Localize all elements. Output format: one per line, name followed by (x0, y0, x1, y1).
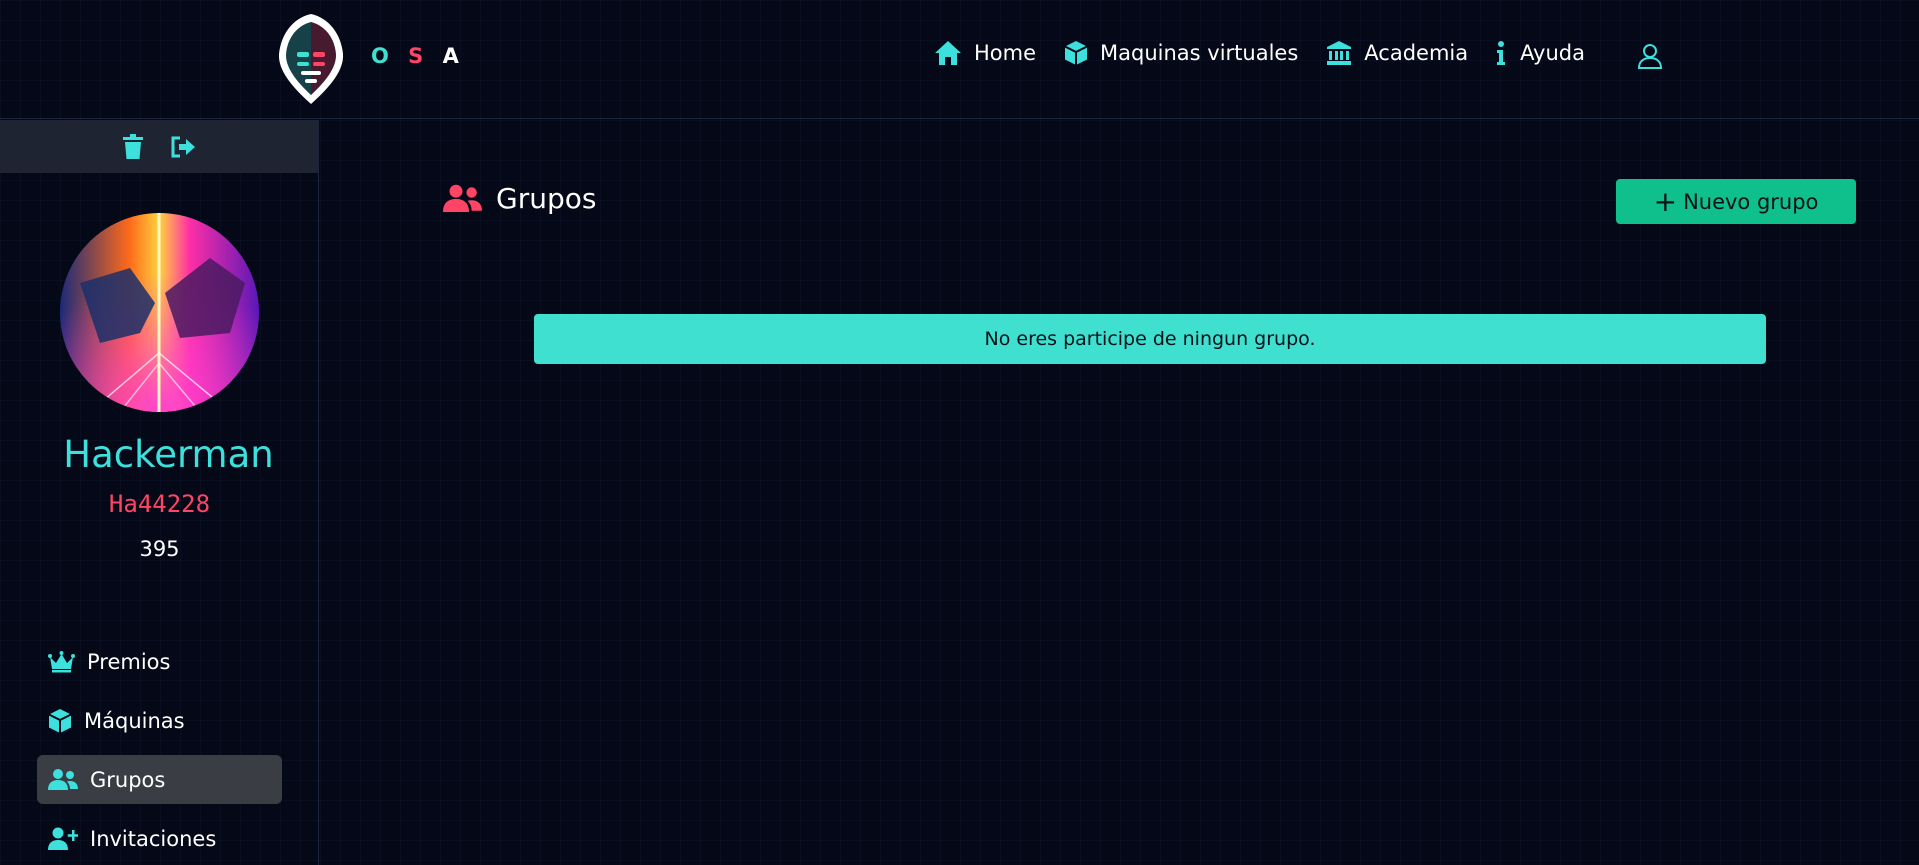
nav-machines-label: Maquinas virtuales (1100, 41, 1299, 65)
sidebar-item-label: Premios (87, 649, 171, 674)
sidebar-item-grupos[interactable]: Grupos (37, 755, 282, 804)
nav-academy-label: Academia (1364, 41, 1469, 65)
sidebar-toolbar (0, 120, 318, 173)
page-title: Grupos (496, 182, 597, 215)
users-icon (443, 184, 482, 212)
profile-score: 395 (139, 537, 180, 561)
sidebar-item-invitaciones[interactable]: Invitaciones (37, 814, 282, 863)
brand-letter: O (371, 44, 395, 68)
sidebar-item-label: Máquinas (84, 708, 185, 733)
nav-help[interactable]: Ayuda (1496, 40, 1585, 66)
sidebar-item-premios[interactable]: Premios (37, 637, 282, 686)
university-icon (1327, 41, 1352, 65)
cube-icon (1064, 41, 1088, 65)
plus-icon: + (1653, 184, 1678, 218)
avatar (60, 213, 259, 412)
profile-name: Hackerman (63, 433, 274, 476)
nav-machines[interactable]: Maquinas virtuales (1064, 40, 1298, 66)
sidebar-item-label: Invitaciones (90, 826, 217, 851)
sidebar-item-label: Grupos (90, 767, 166, 792)
cube-icon (48, 708, 72, 733)
profile-sidebar: Hackerman Ha44228 395 Premios Máquinas G… (0, 120, 319, 865)
top-header: O S A Home Maquinas virtuales Academia A… (0, 0, 1919, 119)
trash-icon[interactable] (122, 133, 144, 160)
nav-home-label: Home (974, 41, 1037, 65)
home-icon (935, 41, 961, 65)
new-group-button-label: Nuevo grupo (1683, 189, 1819, 214)
nav-home[interactable]: Home (934, 40, 1036, 66)
brand-letter: S (408, 44, 430, 68)
user-plus-icon (48, 827, 78, 850)
logout-icon[interactable] (170, 136, 196, 158)
profile-id: Ha44228 (108, 490, 211, 518)
page-header: Grupos (443, 182, 596, 215)
empty-groups-message: No eres participe de ningun grupo. (984, 328, 1316, 350)
nav-help-label: Ayuda (1520, 41, 1585, 65)
sidebar-menu: Premios Máquinas Grupos Invitaciones (37, 637, 282, 865)
new-group-button[interactable]: + Nuevo grupo (1616, 179, 1856, 224)
user-icon[interactable] (1637, 43, 1663, 69)
crown-icon (48, 650, 75, 672)
logo-icon[interactable] (275, 12, 347, 106)
nav-academy[interactable]: Academia (1326, 40, 1468, 66)
empty-groups-alert: No eres participe de ningun grupo. (534, 314, 1766, 364)
main-nav: Home Maquinas virtuales Academia Ayuda (934, 40, 1613, 66)
info-icon (1497, 41, 1506, 65)
brand-letter: A (442, 44, 465, 68)
sidebar-item-maquinas[interactable]: Máquinas (37, 696, 282, 745)
brand-name[interactable]: O S A (371, 44, 465, 68)
users-icon (48, 768, 78, 790)
